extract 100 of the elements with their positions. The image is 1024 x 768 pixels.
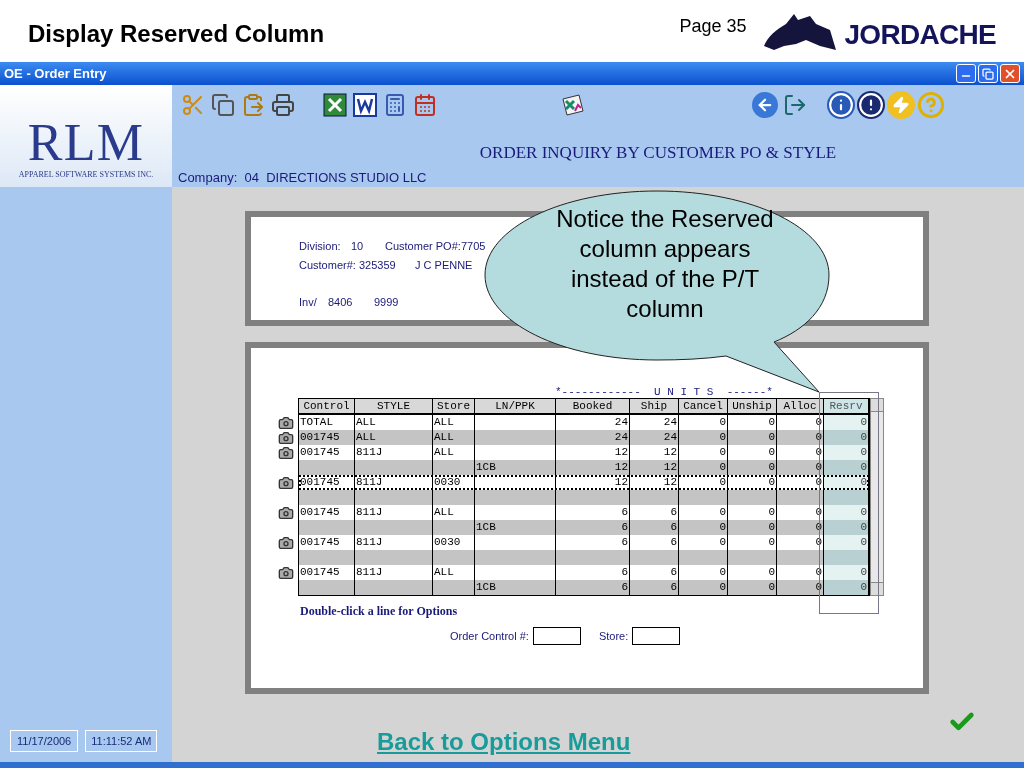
screen-title: ORDER INQUIRY BY CUSTOMER PO & STYLE [479, 142, 837, 164]
table-cell: 0 [719, 521, 726, 533]
table-cell: 24 [663, 416, 677, 428]
table-cell: 0 [860, 536, 867, 548]
table-cell: 0 [860, 416, 867, 428]
table-cell: 0 [860, 506, 867, 518]
alert-icon[interactable] [856, 89, 886, 120]
camera-icon[interactable] [278, 444, 294, 461]
table-cell: 12 [663, 461, 677, 473]
camera-icon[interactable] [278, 474, 294, 491]
table-cell: 24 [614, 416, 628, 428]
table-cell: 0 [860, 521, 867, 533]
inventory-value: 8406 [328, 295, 354, 310]
restore-button[interactable] [978, 64, 998, 83]
column-header[interactable]: Resrv [824, 399, 869, 413]
division-value: 10 [351, 239, 365, 254]
po-value: 7705 [461, 239, 486, 254]
table-cell: 6 [621, 581, 628, 593]
column-header[interactable]: LN/PPK [475, 399, 556, 413]
table-cell: 001745 [300, 536, 340, 548]
order-control-field[interactable] [532, 627, 581, 645]
table-cell: 001745 [300, 506, 340, 518]
window-title: OE - Order Entry [4, 64, 107, 83]
table-cell: 0 [719, 446, 726, 458]
table-cell: 6 [621, 506, 628, 518]
table-cell: 811J [356, 536, 383, 548]
table-cell: 0 [768, 581, 775, 593]
date-field: 11/17/2006 [10, 729, 79, 752]
customer-label: Customer#: [299, 257, 357, 273]
table-cell: 12 [663, 446, 677, 458]
table-cell: TOTAL [300, 416, 333, 428]
minimize-button[interactable] [956, 64, 976, 83]
table-cell: ALL [356, 431, 376, 443]
table-cell: 811J [356, 476, 383, 488]
table-cell: 0 [860, 476, 867, 488]
table-cell: 0 [719, 431, 726, 443]
customer-name: J C PENNE [415, 257, 473, 273]
store-field[interactable] [632, 627, 681, 645]
camera-icon[interactable] [278, 504, 294, 521]
info-icon[interactable] [826, 89, 856, 120]
restore-icon [982, 67, 994, 80]
table-cell: 0 [768, 506, 775, 518]
column-header[interactable]: Cancel [679, 399, 728, 413]
table-cell: 12 [663, 476, 677, 488]
hint-text: Double-click a line for Options [300, 603, 459, 620]
column-header[interactable]: Store [433, 399, 475, 413]
logo-tagline: APPAREL SOFTWARE SYSTEMS INC. [18, 169, 154, 181]
table-cell: ALL [356, 416, 376, 428]
inventory-label: Inv/ [299, 295, 318, 310]
rlm-logo: RLM [27, 117, 145, 169]
page-number: Page 35 [679, 15, 747, 38]
table-cell: 0 [860, 431, 867, 443]
slide-title: Display Reserved Column [28, 19, 325, 49]
table-cell: 0 [768, 521, 775, 533]
table-cell: 24 [614, 431, 628, 443]
table-cell: ALL [434, 566, 454, 578]
table-cell: 0 [860, 446, 867, 458]
table-cell: 0 [719, 506, 726, 518]
table-cell: 0 [719, 476, 726, 488]
table-cell: 0 [860, 581, 867, 593]
column-header[interactable]: Booked [556, 399, 630, 413]
column-header[interactable]: STYLE [355, 399, 433, 413]
table-cell: 001745 [300, 566, 340, 578]
column-header[interactable]: Ship [630, 399, 679, 413]
table-cell: 6 [670, 521, 677, 533]
column-header[interactable]: Control [299, 399, 355, 413]
table-cell: 0 [719, 566, 726, 578]
camera-icon[interactable] [278, 429, 294, 446]
division-label: Division: [299, 239, 342, 254]
table-cell: 12 [614, 461, 628, 473]
field-label: Store: [598, 628, 629, 644]
table-cell: 0 [768, 416, 775, 428]
table-cell: 0030 [434, 536, 461, 548]
table-cell: 811J [356, 446, 383, 458]
camera-icon[interactable] [278, 534, 294, 551]
table-cell: ALL [434, 446, 454, 458]
callout-text: Notice the Reserved column appears instead of the P/T column [555, 204, 775, 324]
table-cell: 6 [670, 581, 677, 593]
table-cell: 1CB [476, 581, 496, 593]
table-cell: ALL [434, 506, 454, 518]
table-cell: ALL [434, 431, 454, 443]
table-cell: 0 [768, 446, 775, 458]
close-button[interactable] [1000, 64, 1020, 83]
table-cell: 6 [621, 521, 628, 533]
time-field: 11:11:52 AM [85, 729, 158, 752]
camera-icon[interactable] [278, 414, 294, 431]
table-cell: 0 [719, 461, 726, 473]
table-cell: 811J [356, 506, 383, 518]
table-cell: 0 [768, 536, 775, 548]
table-cell: 0030 [434, 476, 461, 488]
column-header[interactable]: Unship [728, 399, 777, 413]
table-cell: 1CB [476, 521, 496, 533]
table-cell: 0 [719, 581, 726, 593]
camera-icon[interactable] [278, 564, 294, 581]
table-cell: 001745 [300, 431, 340, 443]
table-cell: 6 [621, 536, 628, 548]
table-cell: 0 [860, 566, 867, 578]
table-cell: 1CB [476, 461, 496, 473]
inventory-value: 9999 [374, 295, 399, 310]
customer-value: 325359 [359, 257, 397, 273]
